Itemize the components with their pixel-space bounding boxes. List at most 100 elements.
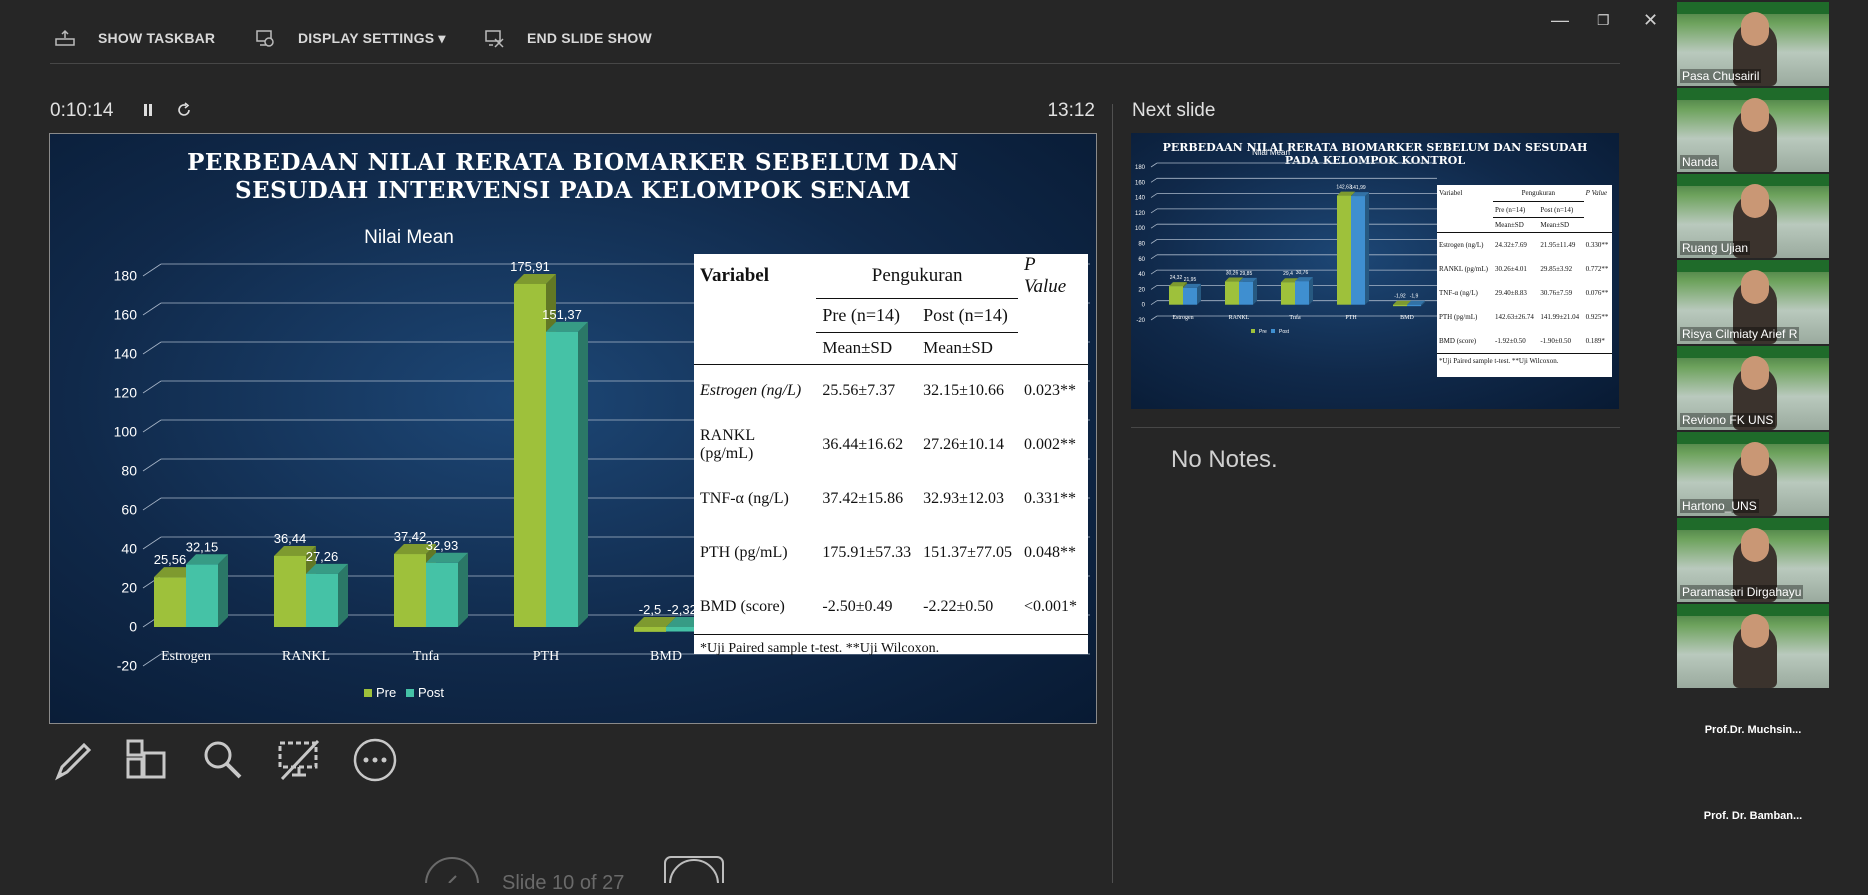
participant-tile[interactable]: Reviono FK UNS (1677, 346, 1829, 430)
data-label: 30,76 (1296, 270, 1309, 276)
y-tick-label: 60 (121, 502, 137, 518)
table-cell-pvalue: 0.925** (1585, 313, 1609, 321)
bar-side (1309, 277, 1313, 305)
bar-side (1253, 277, 1257, 305)
bar (1183, 287, 1197, 305)
next-slide-preview[interactable]: PERBEDAAN NILAI RERATA BIOMARKER SEBELUM… (1131, 133, 1619, 409)
participant-tile[interactable]: Pasa Chusairil (1677, 2, 1829, 86)
table-cell-pre: 142.63±26.74 (1495, 313, 1534, 321)
end-slide-show-button[interactable]: END SLIDE SHOW (483, 22, 652, 54)
pen-icon (55, 742, 92, 781)
restart-timer-button[interactable] (176, 100, 192, 121)
table-header-variabel: Variabel (700, 265, 769, 286)
next-slide-button[interactable] (664, 856, 724, 883)
bar-side (458, 552, 468, 627)
table-cell-variable: TNF-α (ng/L) (700, 490, 789, 507)
end-show-icon (485, 30, 504, 48)
next-table-header-meansd-pre: Mean±SD (1493, 217, 1539, 233)
black-screen-button[interactable] (274, 735, 324, 785)
next-table-header-pre: Pre (n=14) (1493, 201, 1539, 218)
y-tick-label: -20 (1136, 318, 1145, 324)
current-slide[interactable]: PERBEDAAN NILAI RERATA BIOMARKER SEBELUM… (49, 133, 1097, 724)
table-cell-pre: 175.91±57.33 (822, 544, 912, 561)
table-cell-pre: -2.50±0.49 (816, 580, 918, 635)
table-cell-post: 32.93±12.03 (923, 490, 1004, 507)
x-tick-label: Estrogen (1172, 315, 1193, 321)
grid-line-depth (142, 653, 162, 667)
grid-line-depth (142, 341, 162, 355)
bar (1337, 195, 1351, 305)
bar (426, 562, 458, 627)
grid-line-depth (1150, 254, 1158, 260)
previous-slide-button[interactable] (424, 856, 480, 883)
table-cell-variable: TNF-α (ng/L) (1439, 289, 1478, 297)
data-label: -1,9 (1410, 294, 1419, 300)
y-tick-label: 140 (1135, 196, 1146, 202)
participant-tile[interactable]: Hartono_UNS (1677, 432, 1829, 516)
bar (546, 331, 578, 627)
table-row: PTH (pg/mL) 142.63±26.74 141.99±21.04 0.… (1437, 305, 1612, 329)
zoom-button[interactable] (198, 735, 248, 785)
x-tick-label: RANKL (1229, 315, 1250, 321)
close-button[interactable]: ✕ (1643, 10, 1658, 31)
show-taskbar-label: SHOW TASKBAR (98, 30, 216, 46)
grid-line-depth (142, 497, 162, 511)
participant-tile[interactable]: Nanda (1677, 88, 1829, 172)
y-tick-label: 40 (121, 541, 137, 557)
data-label: 25,56 (154, 552, 187, 567)
bar (1239, 281, 1253, 305)
restart-icon (178, 102, 190, 116)
bar (306, 573, 338, 627)
legend-label: Pre (376, 685, 396, 700)
pause-button[interactable] (141, 100, 160, 121)
participant-tile[interactable] (1677, 604, 1829, 688)
participant-name: Hartono_UNS (1680, 499, 1759, 513)
table-row: Estrogen (ng/L) 25.56±7.37 32.15±10.66 0… (694, 364, 1088, 418)
participant-tile[interactable]: Prof. Dr. Bamban... (1677, 776, 1829, 860)
bar (1169, 286, 1183, 305)
participant-face (1741, 98, 1769, 132)
bar (1225, 281, 1239, 305)
table-row: Estrogen (ng/L) 24.32±7.69 21.95±11.49 0… (1437, 233, 1612, 258)
participant-tile[interactable]: Risya Cilmiaty Arief R (1677, 260, 1829, 344)
show-taskbar-button[interactable]: SHOW TASKBAR (54, 22, 215, 54)
participant-face (1741, 614, 1769, 648)
next-slide-label: Next slide (1132, 100, 1216, 121)
more-options-button[interactable] (350, 735, 400, 785)
data-label: 141,99 (1350, 185, 1366, 191)
restore-button[interactable]: ❐ (1597, 12, 1610, 29)
next-arrow-icon (669, 859, 719, 883)
data-label: 36,44 (274, 531, 307, 546)
display-settings-button[interactable]: DISPLAY SETTINGS ▾ (254, 22, 446, 54)
slides-grid-icon (126, 739, 166, 779)
minimize-button[interactable]: — (1551, 10, 1569, 31)
display-settings-label: DISPLAY SETTINGS ▾ (298, 29, 446, 46)
bar (1281, 282, 1295, 305)
data-label: 151,37 (542, 307, 582, 322)
table-cell-variable: BMD (score) (694, 580, 817, 635)
bar (1407, 304, 1421, 307)
table-cell-post: 141.99±21.04 (1540, 313, 1580, 321)
data-label: 24,32 (1170, 275, 1183, 281)
table-cell-pre: 36.44±16.62 (822, 436, 904, 453)
participant-tile[interactable]: Ruang Ujian (1677, 174, 1829, 258)
bar-side (338, 563, 348, 627)
pen-tool-button[interactable] (48, 735, 98, 785)
participant-tile[interactable]: Prof.Dr. Muchsin... (1677, 690, 1829, 774)
table-cell-variable: RANKL (pg/mL) (700, 427, 755, 462)
table-cell-post: 29.85±3.92 (1540, 265, 1573, 273)
x-tick-label: Estrogen (161, 649, 211, 664)
bar (154, 577, 186, 627)
legend-label: Pre (1259, 329, 1267, 335)
see-all-slides-button[interactable] (122, 735, 172, 785)
table-cell-pvalue: 0.023** (1023, 382, 1076, 400)
pause-icon (143, 104, 152, 116)
y-tick-label: 100 (1135, 226, 1146, 232)
participant-tile[interactable]: Paramasari Dirgahayu (1677, 518, 1829, 602)
bar (1295, 281, 1309, 305)
table-cell-pvalue: 0.076** (1585, 289, 1609, 297)
next-table-header-meansd-post: Mean±SD (1538, 217, 1584, 233)
table-header-post: Post (n=14) (917, 298, 1018, 333)
table-row: BMD (score) -2.50±0.49 -2.22±0.50 <0.001… (694, 580, 1088, 635)
participant-name: Nanda (1680, 155, 1720, 169)
